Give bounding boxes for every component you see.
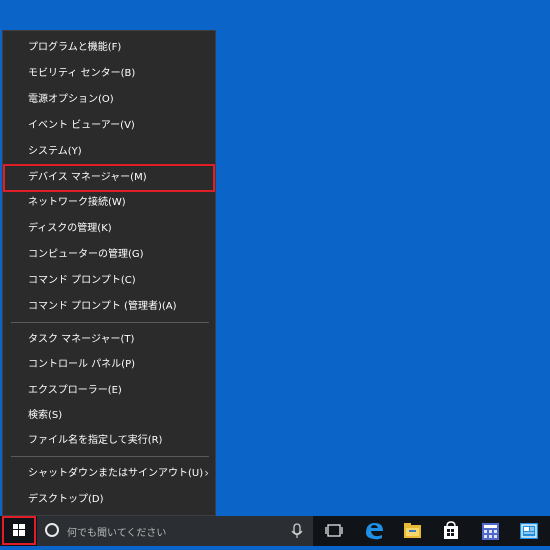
menu-item-control-panel[interactable]: コントロール パネル(P): [3, 352, 215, 377]
search-placeholder: 何でも聞いてください: [67, 528, 167, 539]
winx-quick-link-menu: プログラムと機能(F) モビリティ センター(B) 電源オプション(O) イベン…: [2, 30, 216, 516]
menu-item-task-manager[interactable]: タスク マネージャー(T): [3, 327, 215, 352]
menu-item-mobility-center[interactable]: モビリティ センター(B): [3, 61, 215, 86]
store-button[interactable]: [433, 516, 469, 546]
menu-item-network-connections[interactable]: ネットワーク接続(W): [3, 190, 215, 215]
menu-item-shutdown-signout[interactable]: シャットダウンまたはサインアウト(U) ›: [3, 461, 215, 486]
store-icon: [444, 521, 458, 539]
menu-item-command-prompt-admin[interactable]: コマンド プロンプト (管理者)(A): [3, 294, 215, 319]
start-button[interactable]: [2, 516, 36, 545]
task-view-icon: [325, 524, 343, 537]
microphone-icon[interactable]: [289, 522, 305, 540]
menu-item-disk-management[interactable]: ディスクの管理(K): [3, 216, 215, 241]
taskbar: 何でも聞いてください: [0, 516, 550, 546]
chevron-right-icon: ›: [204, 466, 209, 480]
photo-app-button[interactable]: [511, 516, 547, 546]
photo-app-icon: [520, 523, 538, 539]
menu-item-power-options[interactable]: 電源オプション(O): [3, 87, 215, 112]
menu-item-run[interactable]: ファイル名を指定して実行(R): [3, 428, 215, 453]
menu-item-computer-management[interactable]: コンピューターの管理(G): [3, 242, 215, 267]
menu-item-system[interactable]: システム(Y): [3, 139, 215, 164]
menu-item-search[interactable]: 検索(S): [3, 403, 215, 428]
menu-item-programs-features[interactable]: プログラムと機能(F): [3, 35, 215, 60]
edge-button[interactable]: [356, 516, 392, 546]
menu-item-device-manager[interactable]: デバイス マネージャー(M): [3, 164, 215, 192]
search-box[interactable]: 何でも聞いてください: [37, 516, 313, 546]
calculator-app-icon: [482, 523, 499, 540]
cortana-circle-icon: [45, 523, 59, 537]
menu-item-desktop[interactable]: デスクトップ(D): [3, 487, 215, 512]
file-explorer-button[interactable]: [394, 516, 430, 546]
file-explorer-icon: [404, 523, 421, 538]
menu-item-explorer[interactable]: エクスプローラー(E): [3, 378, 215, 403]
task-view-button[interactable]: [316, 516, 352, 546]
menu-separator: [11, 456, 209, 457]
calculator-app-button[interactable]: [472, 516, 508, 546]
menu-item-command-prompt[interactable]: コマンド プロンプト(C): [3, 268, 215, 293]
menu-separator: [11, 322, 209, 323]
menu-item-label: シャットダウンまたはサインアウト(U): [28, 468, 204, 479]
windows-start-icon: [13, 524, 25, 536]
edge-icon: [366, 523, 383, 540]
menu-item-event-viewer[interactable]: イベント ビューアー(V): [3, 113, 215, 138]
